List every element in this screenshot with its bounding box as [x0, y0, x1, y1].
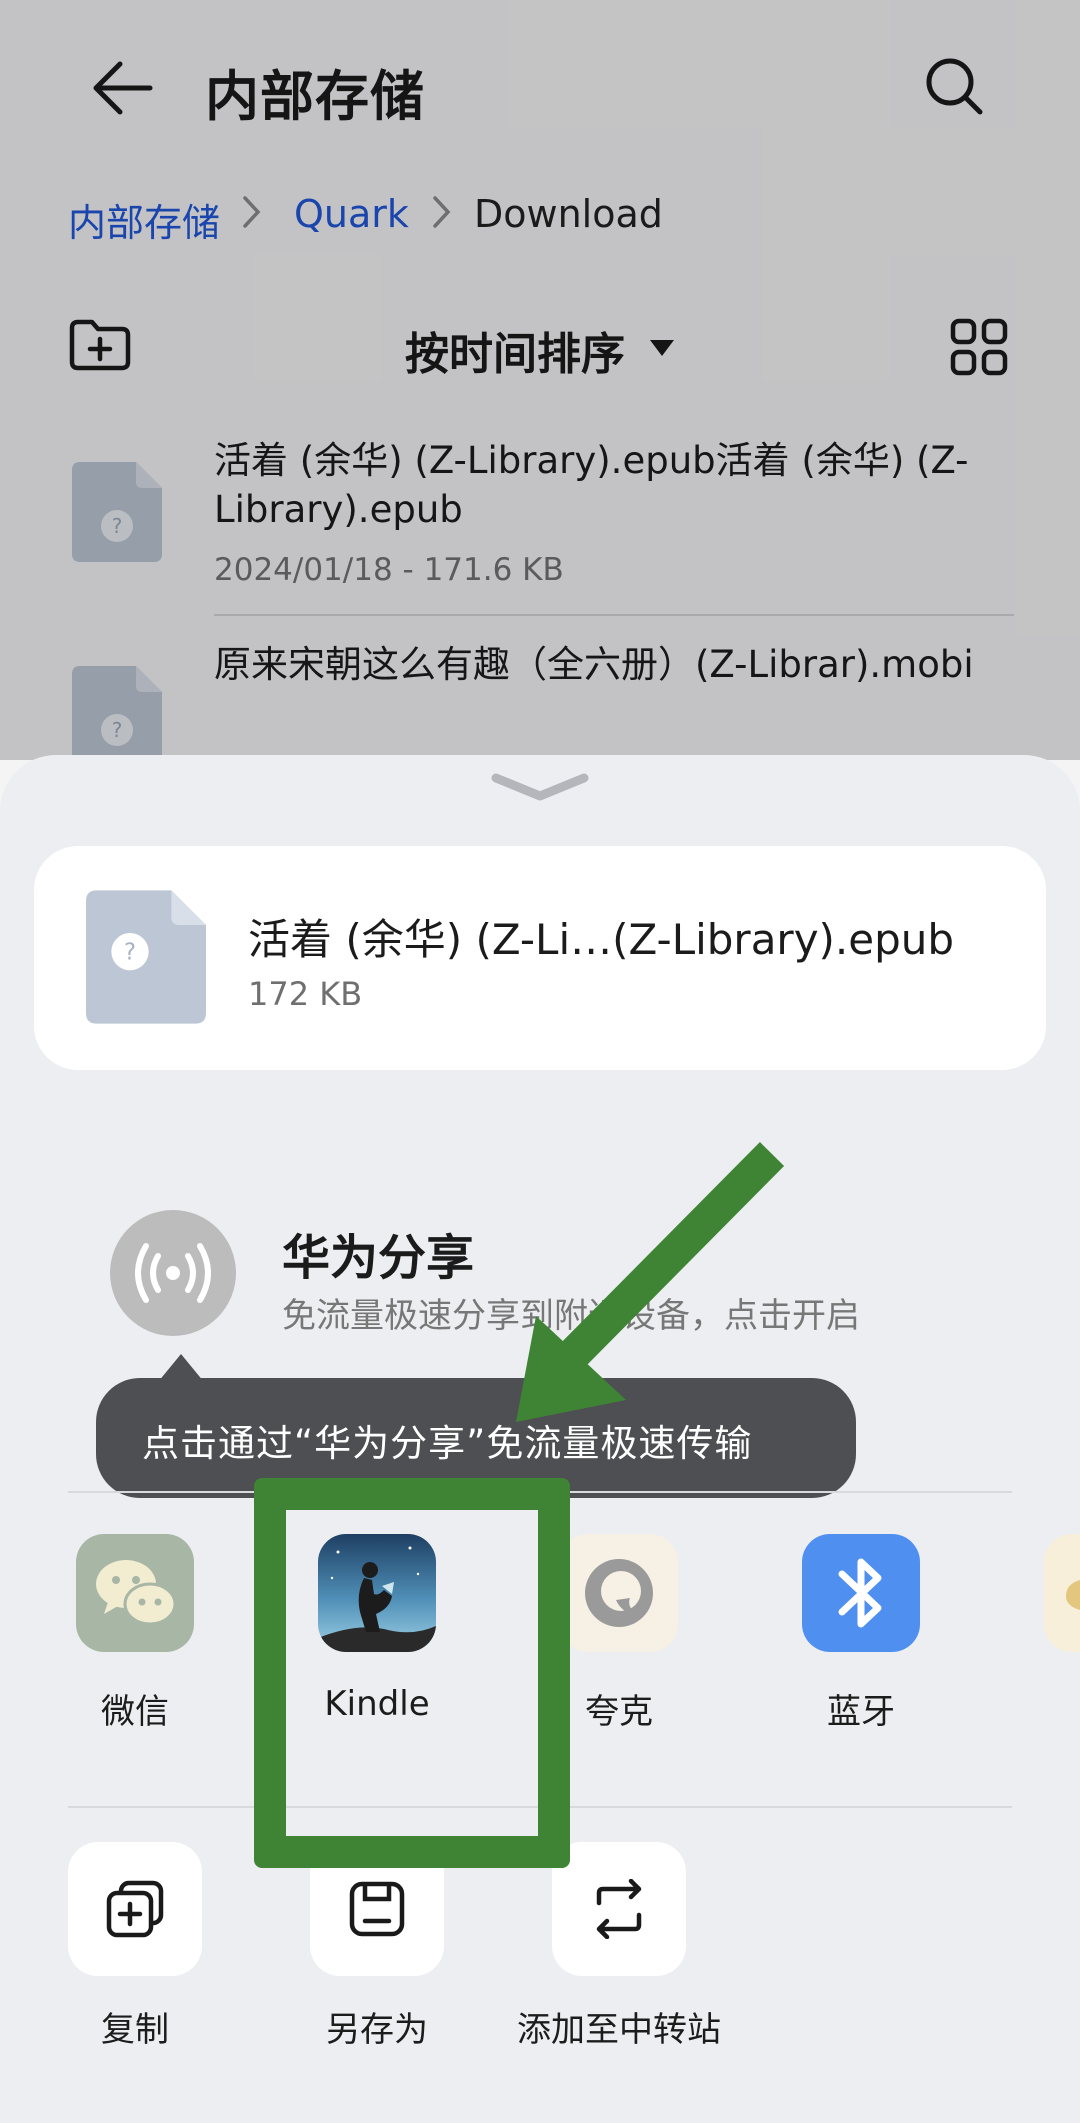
copy-icon — [106, 1880, 164, 1938]
action-label: 复制 — [101, 2010, 169, 2050]
modal-scrim[interactable] — [0, 0, 1080, 760]
bluetooth-icon[interactable] — [802, 1534, 920, 1652]
wechat-icon[interactable] — [76, 1534, 194, 1652]
copy-button[interactable] — [68, 1842, 202, 1976]
huawei-share-icon[interactable] — [110, 1210, 236, 1336]
huawei-share-title: 华为分享 — [282, 1230, 475, 1286]
shared-file-name: 活着 (余华) (Z-Li…(Z-Library).epub — [248, 915, 955, 964]
svg-text:?: ? — [124, 940, 136, 966]
transfer-station-icon — [596, 1879, 642, 1939]
collapse-handle-icon[interactable] — [488, 770, 592, 806]
partial-app-icon[interactable] — [1044, 1534, 1080, 1652]
unknown-file-icon: ? — [86, 890, 206, 1024]
share-app-label: 蓝牙 — [827, 1692, 895, 1732]
save-as-icon — [349, 1881, 405, 1937]
shared-file-size: 172 KB — [248, 975, 363, 1013]
annotation-highlight-box — [254, 1478, 570, 1868]
transfer-station-button[interactable] — [552, 1842, 686, 1976]
action-label: 添加至中转站 — [517, 2010, 721, 2050]
annotation-arrow-icon — [516, 1142, 785, 1422]
action-label: 另存为 — [326, 2010, 428, 2050]
quark-icon[interactable] — [560, 1534, 678, 1652]
share-app-label: 微信 — [101, 1692, 169, 1732]
